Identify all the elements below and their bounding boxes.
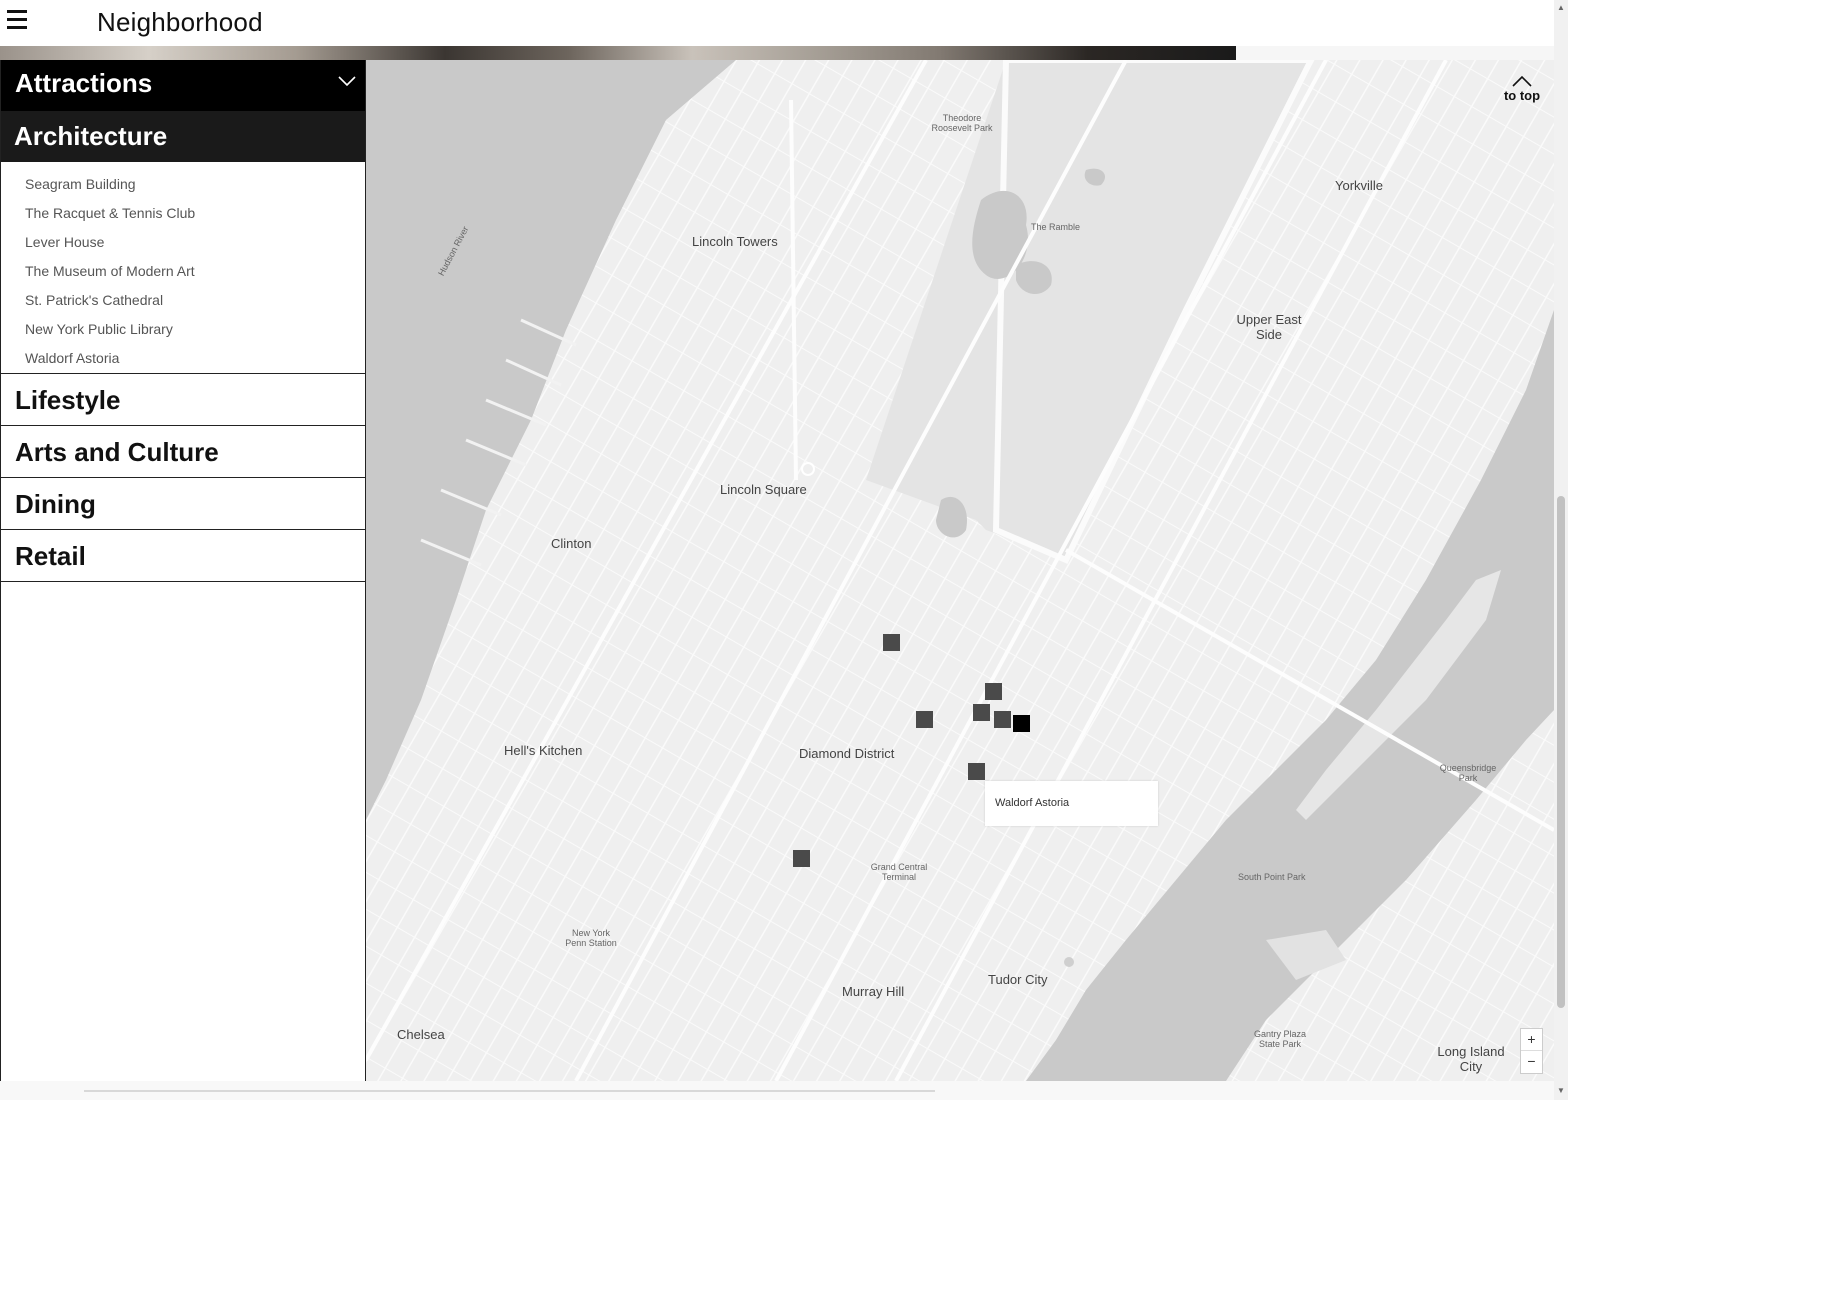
subcategory-dining[interactable]: Dining xyxy=(1,478,365,530)
scroll-up-arrow-icon[interactable]: ▲ xyxy=(1557,3,1565,12)
subcategory-retail[interactable]: Retail xyxy=(1,530,365,582)
scrollbar-thumb[interactable] xyxy=(84,1090,935,1092)
subcategory-label: Lifestyle xyxy=(15,385,121,415)
map-marker[interactable] xyxy=(973,704,990,721)
hamburger-menu-icon[interactable] xyxy=(7,10,27,30)
sidebar: Attractions Architecture Seagram Buildin… xyxy=(0,60,366,1081)
scroll-down-arrow-icon[interactable]: ▼ xyxy=(1557,1086,1565,1095)
site-header: Neighborhood xyxy=(0,0,1554,46)
map-label: Murray Hill xyxy=(842,984,905,999)
chevron-up-icon xyxy=(1512,75,1532,87)
map-marker[interactable] xyxy=(994,711,1011,728)
map-marker[interactable] xyxy=(985,683,1002,700)
architecture-list: Seagram Building The Racquet & Tennis Cl… xyxy=(1,162,365,374)
chevron-down-icon[interactable] xyxy=(337,74,357,88)
map-popup-label: Waldorf Astoria xyxy=(995,797,1070,809)
to-top-label: to top xyxy=(1503,88,1541,103)
map-canvas[interactable] xyxy=(366,60,1554,1081)
map-label: Clinton xyxy=(551,536,592,551)
map-label: Long Island City xyxy=(1437,1044,1505,1074)
map-label: Diamond District xyxy=(799,746,895,761)
zoom-out-button[interactable]: − xyxy=(1521,1051,1542,1073)
map-label: Yorkville xyxy=(1335,178,1383,193)
subcategory-lifestyle[interactable]: Lifestyle xyxy=(1,374,365,426)
neighborhood-map[interactable]: Lincoln Towers Lincoln Square Clinton He… xyxy=(366,60,1554,1081)
list-item[interactable]: Seagram Building xyxy=(1,170,365,199)
category-dropdown-label: Attractions xyxy=(15,68,153,98)
map-marker[interactable] xyxy=(916,711,933,728)
map-label: Queensbridge Park xyxy=(1439,763,1497,783)
map-marker[interactable] xyxy=(883,634,900,651)
subcategory-architecture-label: Architecture xyxy=(14,121,168,151)
map-label: Lincoln Square xyxy=(720,482,807,497)
map-label: New York Penn Station xyxy=(565,928,617,948)
map-marker[interactable] xyxy=(793,850,810,867)
map-label: Grand Central Terminal xyxy=(870,862,928,882)
map-marker[interactable] xyxy=(968,763,985,780)
category-dropdown[interactable]: Attractions xyxy=(1,60,365,111)
map-label: Hell's Kitchen xyxy=(504,743,583,758)
list-item[interactable]: Waldorf Astoria xyxy=(1,344,365,373)
to-top-button[interactable]: to top xyxy=(1497,74,1547,118)
map-label: The Ramble xyxy=(1031,222,1081,232)
subcategory-label: Dining xyxy=(15,489,96,519)
list-item[interactable]: St. Patrick's Cathedral xyxy=(1,286,365,315)
map-label: Chelsea xyxy=(397,1027,445,1042)
map-label: Tudor City xyxy=(988,972,1048,987)
list-item[interactable]: The Museum of Modern Art xyxy=(1,257,365,286)
map-label: Upper East Side xyxy=(1236,312,1302,342)
map-label: Lincoln Towers xyxy=(692,234,778,249)
list-item[interactable]: The Racquet & Tennis Club xyxy=(1,199,365,228)
subcategory-label: Arts and Culture xyxy=(15,437,219,467)
map-label: South Point Park xyxy=(1238,872,1306,882)
page-title: Neighborhood xyxy=(97,7,263,37)
subcategory-label: Retail xyxy=(15,541,86,571)
map-marker-active[interactable] xyxy=(1013,715,1030,732)
scrollbar-thumb[interactable] xyxy=(1557,496,1565,1008)
list-item[interactable]: New York Public Library xyxy=(1,315,365,344)
subcategory-architecture[interactable]: Architecture xyxy=(1,111,365,162)
map-popup: Waldorf Astoria xyxy=(985,781,1158,826)
hero-image-strip xyxy=(0,46,1554,60)
zoom-in-button[interactable]: + xyxy=(1521,1029,1542,1051)
zoom-control: + − xyxy=(1520,1028,1543,1074)
list-item[interactable]: Lever House xyxy=(1,228,365,257)
vertical-scrollbar[interactable]: ▲ ▼ xyxy=(1554,0,1568,1100)
map-label: Gantry Plaza State Park xyxy=(1253,1029,1307,1049)
subcategory-arts-and-culture[interactable]: Arts and Culture xyxy=(1,426,365,478)
horizontal-scrollbar[interactable] xyxy=(0,1081,1554,1100)
map-label: Theodore Roosevelt Park xyxy=(931,113,993,133)
